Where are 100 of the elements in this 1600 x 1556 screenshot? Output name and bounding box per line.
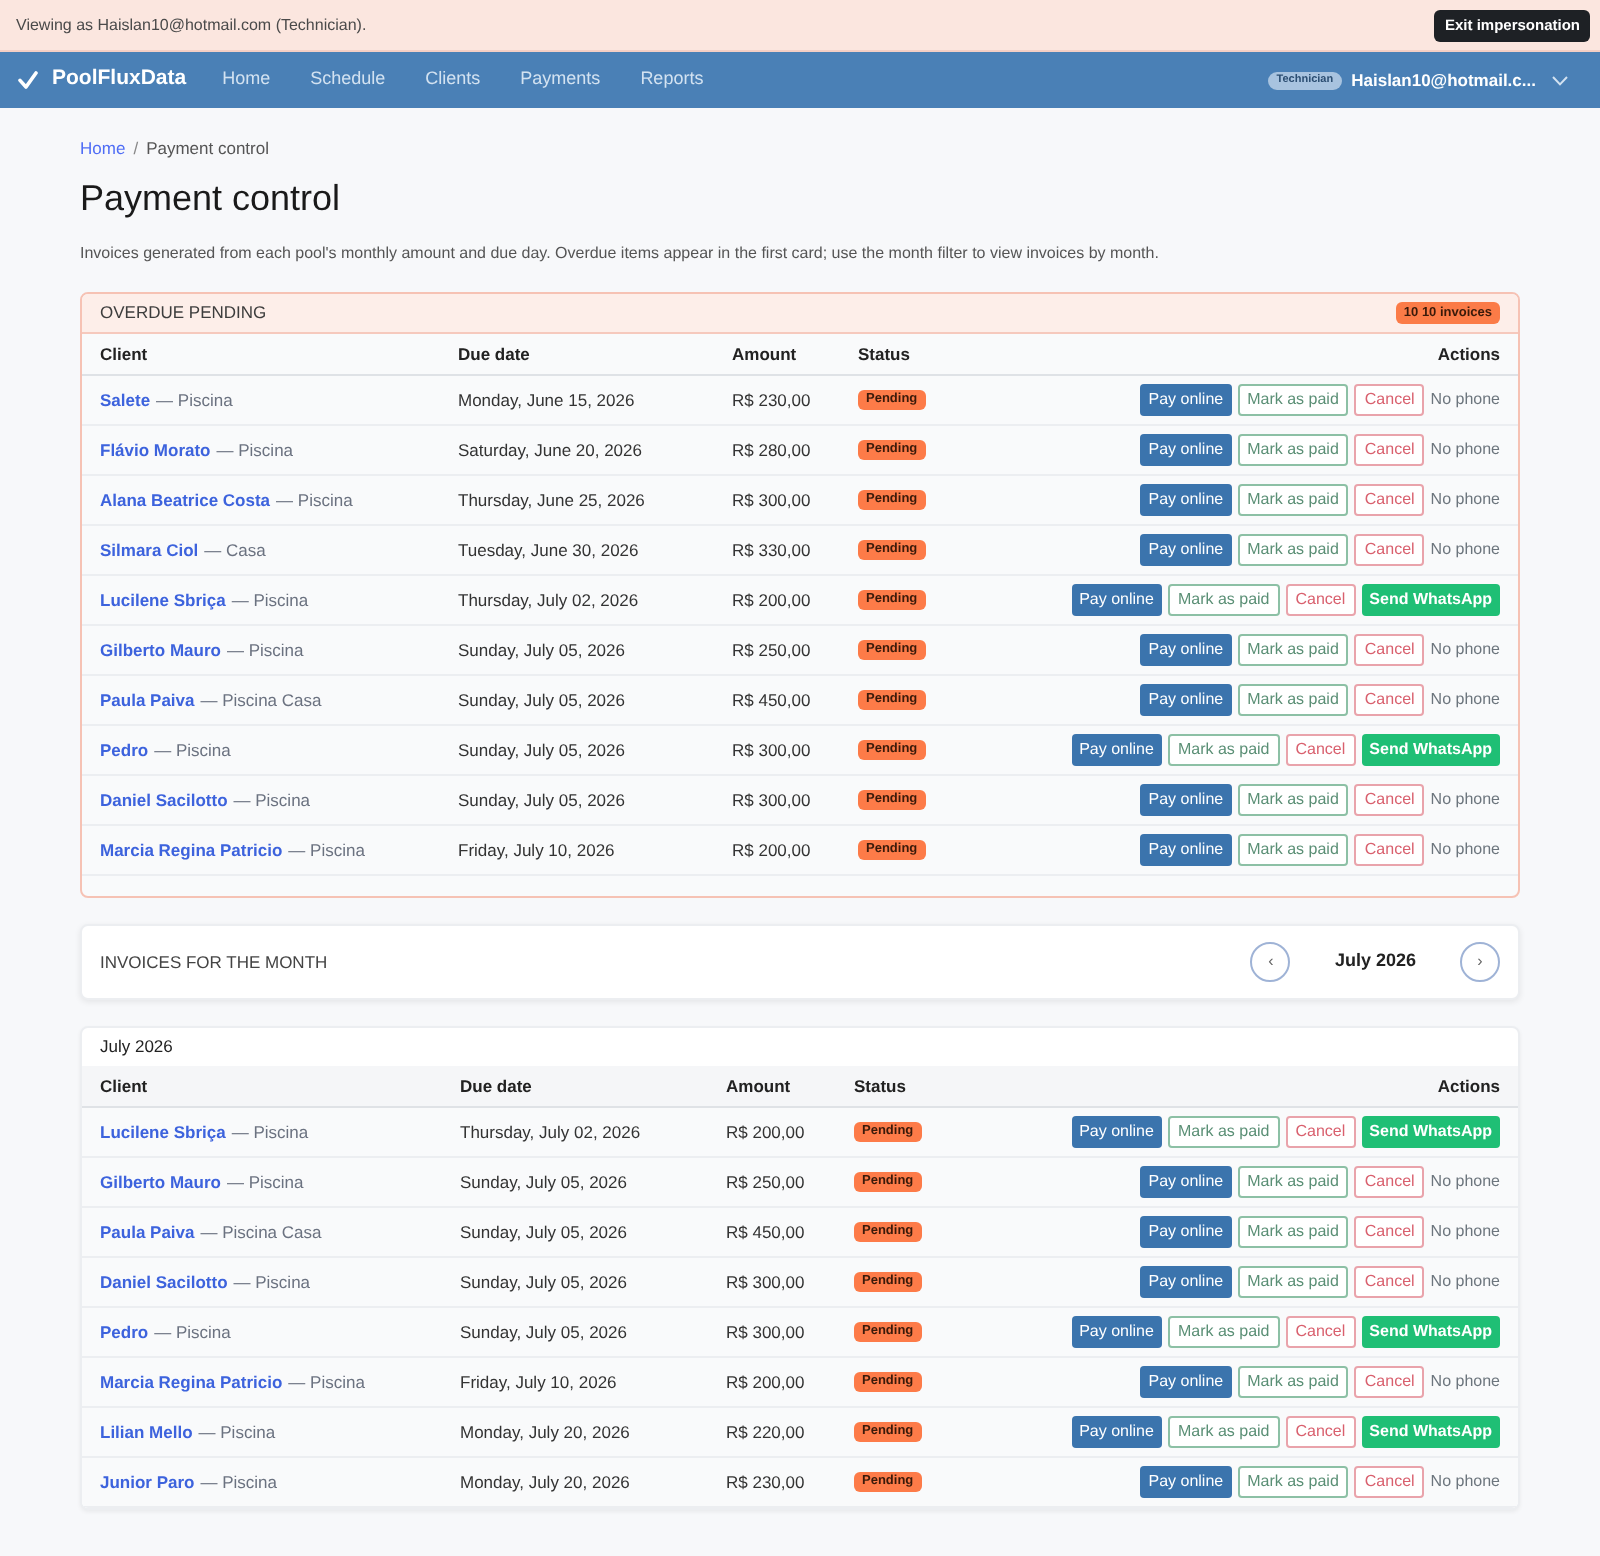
mark-as-paid-button[interactable]: Mark as paid (1237, 634, 1349, 666)
cancel-button[interactable]: Cancel (1354, 434, 1425, 466)
nav-link[interactable]: Home (222, 66, 271, 94)
pay-online-button[interactable]: Pay online (1140, 534, 1232, 566)
nav-link[interactable]: Reports (640, 66, 704, 94)
nav-link[interactable]: Clients (425, 66, 481, 94)
amount-cell: R$ 200,00 (726, 1119, 805, 1145)
pay-online-button[interactable]: Pay online (1140, 1366, 1232, 1398)
client-link[interactable]: Salete (100, 387, 151, 413)
pay-online-button[interactable]: Pay online (1140, 1166, 1232, 1198)
cancel-button[interactable]: Cancel (1354, 1216, 1425, 1248)
previous-month-button[interactable]: ‹ (1250, 942, 1291, 982)
pay-online-button[interactable]: Pay online (1140, 834, 1232, 866)
next-month-button[interactable]: › (1460, 942, 1500, 982)
mark-as-paid-button[interactable]: Mark as paid (1237, 1216, 1349, 1248)
pay-online-button[interactable]: Pay online (1071, 1316, 1162, 1348)
pay-online-button[interactable]: Pay online (1140, 434, 1232, 466)
pay-online-button[interactable]: Pay online (1140, 384, 1232, 416)
client-link[interactable]: Lilian Mello (100, 1419, 193, 1445)
cancel-button[interactable]: Cancel (1354, 684, 1425, 716)
mark-as-paid-button[interactable]: Mark as paid (1237, 1266, 1349, 1298)
mark-as-paid-button[interactable]: Mark as paid (1237, 1166, 1349, 1198)
user-email[interactable]: Haislan10@hotmail.c... (1351, 67, 1536, 93)
cancel-button[interactable]: Cancel (1354, 1266, 1425, 1298)
due-date-cell: Monday, July 20, 2026 (460, 1469, 630, 1495)
pay-online-button[interactable]: Pay online (1071, 584, 1162, 616)
cancel-button[interactable]: Cancel (1354, 384, 1425, 416)
mark-as-paid-button[interactable]: Mark as paid (1167, 734, 1280, 766)
client-link[interactable]: Marcia Regina Patricio (100, 837, 283, 863)
client-link[interactable]: Lucilene Sbriça (100, 587, 226, 613)
pay-online-button[interactable]: Pay online (1140, 1266, 1232, 1298)
pay-online-button[interactable]: Pay online (1140, 1216, 1232, 1248)
breadcrumb-current: Payment control (146, 135, 269, 161)
client-link[interactable]: Alana Beatrice Costa (100, 487, 271, 513)
mark-as-paid-button[interactable]: Mark as paid (1167, 584, 1280, 616)
client-link[interactable]: Marcia Regina Patricio (100, 1369, 283, 1395)
cancel-button[interactable]: Cancel (1354, 834, 1425, 866)
mark-as-paid-button[interactable]: Mark as paid (1237, 834, 1349, 866)
client-link[interactable]: Gilberto Mauro (100, 637, 221, 663)
mark-as-paid-button[interactable]: Mark as paid (1167, 1116, 1280, 1148)
client-link[interactable]: Daniel Sacilotto (100, 1269, 228, 1295)
pay-online-button[interactable]: Pay online (1140, 684, 1232, 716)
cancel-button[interactable]: Cancel (1354, 484, 1425, 516)
pay-online-button[interactable]: Pay online (1071, 1416, 1162, 1448)
pay-online-button[interactable]: Pay online (1140, 784, 1232, 816)
client-link[interactable]: Silmara Ciol (100, 537, 199, 563)
cancel-button[interactable]: Cancel (1285, 1116, 1356, 1148)
mark-as-paid-button[interactable]: Mark as paid (1167, 1316, 1280, 1348)
cancel-button[interactable]: Cancel (1285, 734, 1356, 766)
nav-link[interactable]: Schedule (310, 66, 386, 94)
cancel-button[interactable]: Cancel (1354, 1366, 1425, 1398)
pay-online-button[interactable]: Pay online (1071, 1116, 1162, 1148)
pay-online-button[interactable]: Pay online (1140, 634, 1232, 666)
client-link[interactable]: Daniel Sacilotto (100, 787, 228, 813)
mark-as-paid-button[interactable]: Mark as paid (1237, 1466, 1349, 1498)
mark-as-paid-button[interactable]: Mark as paid (1237, 384, 1349, 416)
column-header: Actions (1437, 341, 1500, 367)
cancel-button[interactable]: Cancel (1354, 1466, 1425, 1498)
send-whatsapp-button[interactable]: Send WhatsApp (1361, 734, 1500, 766)
client-link[interactable]: Paula Paiva (100, 687, 195, 713)
column-header: Status (854, 1073, 908, 1099)
send-whatsapp-button[interactable]: Send WhatsApp (1361, 584, 1500, 616)
client-link[interactable]: Pedro (100, 1319, 149, 1345)
nav-link[interactable]: Payments (520, 66, 601, 94)
cancel-button[interactable]: Cancel (1354, 534, 1425, 566)
send-whatsapp-button[interactable]: Send WhatsApp (1361, 1116, 1500, 1148)
no-phone-label: No phone (1430, 538, 1500, 562)
cancel-button[interactable]: Cancel (1354, 1166, 1425, 1198)
cancel-button[interactable]: Cancel (1285, 584, 1356, 616)
client-link[interactable]: Junior Paro (100, 1469, 195, 1495)
cancel-button[interactable]: Cancel (1354, 634, 1425, 666)
mark-as-paid-button[interactable]: Mark as paid (1237, 484, 1349, 516)
cancel-button[interactable]: Cancel (1285, 1316, 1356, 1348)
amount-cell: R$ 200,00 (732, 587, 811, 613)
mark-as-paid-button[interactable]: Mark as paid (1167, 1416, 1280, 1448)
mark-as-paid-button[interactable]: Mark as paid (1237, 434, 1349, 466)
client-link[interactable]: Pedro (100, 737, 149, 763)
breadcrumb-separator: / (133, 135, 139, 161)
client-link[interactable]: Lucilene Sbriça (100, 1119, 226, 1145)
pool-name: — Piscina (231, 1119, 309, 1145)
client-link[interactable]: Paula Paiva (100, 1219, 195, 1245)
brand-name[interactable]: PoolFluxData (52, 64, 187, 96)
send-whatsapp-button[interactable]: Send WhatsApp (1361, 1416, 1500, 1448)
pay-online-button[interactable]: Pay online (1071, 734, 1162, 766)
client-link[interactable]: Flávio Morato (100, 437, 211, 463)
cancel-button[interactable]: Cancel (1354, 784, 1425, 816)
mark-as-paid-button[interactable]: Mark as paid (1237, 1366, 1349, 1398)
client-link[interactable]: Gilberto Mauro (100, 1169, 221, 1195)
mark-as-paid-button[interactable]: Mark as paid (1237, 534, 1349, 566)
chevron-down-icon[interactable] (1552, 75, 1568, 85)
pool-name: — Piscina Casa (200, 1219, 322, 1245)
send-whatsapp-button[interactable]: Send WhatsApp (1361, 1316, 1500, 1348)
mark-as-paid-button[interactable]: Mark as paid (1237, 784, 1349, 816)
cancel-button[interactable]: Cancel (1285, 1416, 1356, 1448)
impersonation-message: Viewing as Haislan10@hotmail.com (Technician). (16, 13, 367, 37)
pay-online-button[interactable]: Pay online (1140, 1466, 1232, 1498)
breadcrumb-link[interactable]: Home (80, 135, 126, 161)
pay-online-button[interactable]: Pay online (1140, 484, 1232, 516)
mark-as-paid-button[interactable]: Mark as paid (1237, 684, 1349, 716)
pool-name: — Piscina (156, 387, 233, 413)
